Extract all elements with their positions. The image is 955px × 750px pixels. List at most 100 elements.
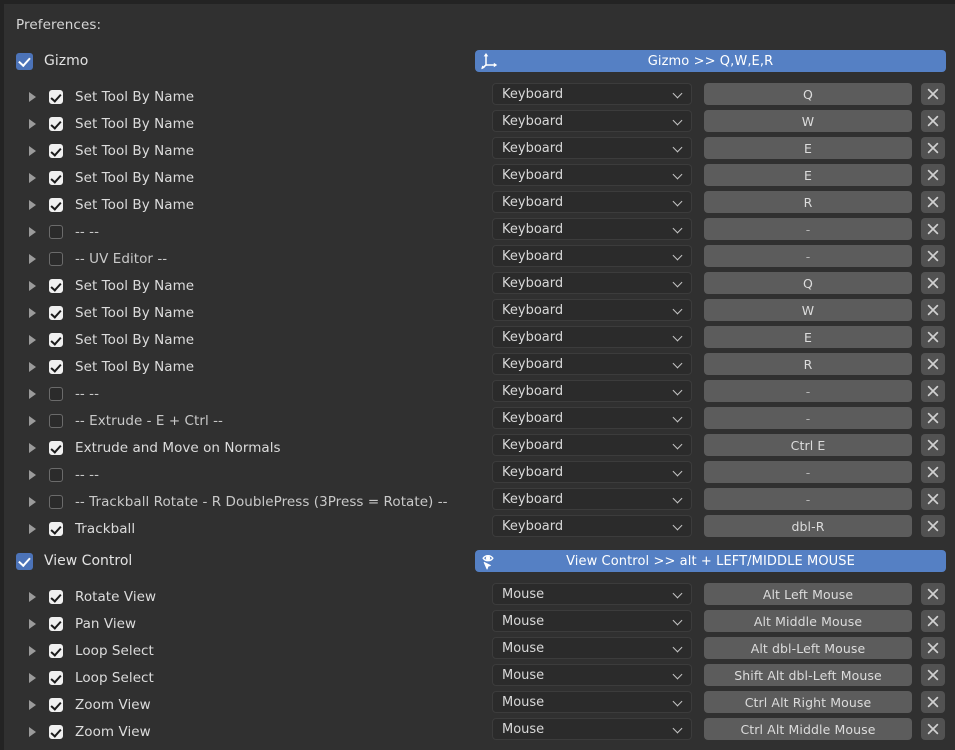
key-binding-field[interactable]: E: [704, 326, 912, 348]
map-type-dropdown[interactable]: Keyboard: [492, 110, 692, 132]
keymap-item-checkbox[interactable]: [49, 671, 63, 685]
disclosure-triangle-icon[interactable]: [28, 726, 39, 737]
keymap-item-checkbox[interactable]: [49, 171, 63, 185]
disclosure-triangle-icon[interactable]: [28, 361, 39, 372]
key-binding-field[interactable]: -: [704, 245, 912, 267]
key-binding-field[interactable]: dbl-R: [704, 515, 912, 537]
map-type-dropdown[interactable]: Keyboard: [492, 488, 692, 510]
key-binding-field[interactable]: Q: [704, 83, 912, 105]
disclosure-triangle-icon[interactable]: [28, 91, 39, 102]
remove-keymap-item-button[interactable]: [921, 488, 945, 510]
remove-keymap-item-button[interactable]: [921, 380, 945, 402]
map-type-dropdown[interactable]: Keyboard: [492, 434, 692, 456]
map-type-dropdown[interactable]: Keyboard: [492, 461, 692, 483]
remove-keymap-item-button[interactable]: [921, 353, 945, 375]
keymap-item-checkbox[interactable]: [49, 225, 63, 239]
disclosure-triangle-icon[interactable]: [28, 307, 39, 318]
remove-keymap-item-button[interactable]: [921, 137, 945, 159]
map-type-dropdown[interactable]: Keyboard: [492, 164, 692, 186]
key-binding-field[interactable]: -: [704, 488, 912, 510]
map-type-dropdown[interactable]: Mouse: [492, 583, 692, 605]
map-type-dropdown[interactable]: Keyboard: [492, 380, 692, 402]
keymap-item-checkbox[interactable]: [49, 90, 63, 104]
disclosure-triangle-icon[interactable]: [28, 280, 39, 291]
key-binding-field[interactable]: -: [704, 218, 912, 240]
map-type-dropdown[interactable]: Keyboard: [492, 353, 692, 375]
keymap-item-checkbox[interactable]: [49, 495, 63, 509]
keymap-item-checkbox[interactable]: [49, 522, 63, 536]
key-binding-field[interactable]: W: [704, 299, 912, 321]
section-banner-view-control[interactable]: View Control >> alt + LEFT/MIDDLE MOUSE: [475, 550, 946, 572]
disclosure-triangle-icon[interactable]: [28, 226, 39, 237]
disclosure-triangle-icon[interactable]: [28, 334, 39, 345]
key-binding-field[interactable]: W: [704, 110, 912, 132]
disclosure-triangle-icon[interactable]: [28, 618, 39, 629]
disclosure-triangle-icon[interactable]: [28, 415, 39, 426]
keymap-item-checkbox[interactable]: [49, 333, 63, 347]
remove-keymap-item-button[interactable]: [921, 245, 945, 267]
section-banner-gizmo[interactable]: Gizmo >> Q,W,E,R: [475, 50, 946, 72]
remove-keymap-item-button[interactable]: [921, 407, 945, 429]
key-binding-field[interactable]: -: [704, 380, 912, 402]
map-type-dropdown[interactable]: Keyboard: [492, 407, 692, 429]
key-binding-field[interactable]: Ctrl Alt Middle Mouse: [704, 718, 912, 740]
disclosure-triangle-icon[interactable]: [28, 442, 39, 453]
key-binding-field[interactable]: E: [704, 137, 912, 159]
map-type-dropdown[interactable]: Keyboard: [492, 218, 692, 240]
keymap-item-checkbox[interactable]: [49, 725, 63, 739]
key-binding-field[interactable]: -: [704, 461, 912, 483]
key-binding-field[interactable]: -: [704, 407, 912, 429]
map-type-dropdown[interactable]: Keyboard: [492, 326, 692, 348]
key-binding-field[interactable]: E: [704, 164, 912, 186]
keymap-item-checkbox[interactable]: [49, 360, 63, 374]
map-type-dropdown[interactable]: Keyboard: [492, 515, 692, 537]
keymap-item-checkbox[interactable]: [49, 617, 63, 631]
disclosure-triangle-icon[interactable]: [28, 591, 39, 602]
remove-keymap-item-button[interactable]: [921, 583, 945, 605]
key-binding-field[interactable]: R: [704, 191, 912, 213]
disclosure-triangle-icon[interactable]: [28, 172, 39, 183]
keymap-item-checkbox[interactable]: [49, 590, 63, 604]
remove-keymap-item-button[interactable]: [921, 691, 945, 713]
keymap-item-checkbox[interactable]: [49, 414, 63, 428]
disclosure-triangle-icon[interactable]: [28, 496, 39, 507]
keymap-item-checkbox[interactable]: [49, 252, 63, 266]
keymap-item-checkbox[interactable]: [49, 698, 63, 712]
disclosure-triangle-icon[interactable]: [28, 199, 39, 210]
key-binding-field[interactable]: R: [704, 353, 912, 375]
section-header-view-control[interactable]: View Control: [16, 549, 132, 573]
map-type-dropdown[interactable]: Keyboard: [492, 83, 692, 105]
remove-keymap-item-button[interactable]: [921, 461, 945, 483]
key-binding-field[interactable]: Shift Alt dbl-Left Mouse: [704, 664, 912, 686]
map-type-dropdown[interactable]: Keyboard: [492, 272, 692, 294]
keymap-item-checkbox[interactable]: [49, 198, 63, 212]
section-header-gizmo[interactable]: Gizmo: [16, 49, 88, 73]
keymap-item-checkbox[interactable]: [49, 441, 63, 455]
remove-keymap-item-button[interactable]: [921, 610, 945, 632]
disclosure-triangle-icon[interactable]: [28, 469, 39, 480]
remove-keymap-item-button[interactable]: [921, 272, 945, 294]
keymap-item-checkbox[interactable]: [49, 306, 63, 320]
key-binding-field[interactable]: Alt dbl-Left Mouse: [704, 637, 912, 659]
map-type-dropdown[interactable]: Mouse: [492, 610, 692, 632]
map-type-dropdown[interactable]: Mouse: [492, 664, 692, 686]
remove-keymap-item-button[interactable]: [921, 164, 945, 186]
remove-keymap-item-button[interactable]: [921, 191, 945, 213]
section-enable-checkbox-view-control[interactable]: [16, 553, 33, 570]
remove-keymap-item-button[interactable]: [921, 718, 945, 740]
keymap-item-checkbox[interactable]: [49, 144, 63, 158]
disclosure-triangle-icon[interactable]: [28, 253, 39, 264]
map-type-dropdown[interactable]: Mouse: [492, 691, 692, 713]
remove-keymap-item-button[interactable]: [921, 299, 945, 321]
map-type-dropdown[interactable]: Keyboard: [492, 137, 692, 159]
disclosure-triangle-icon[interactable]: [28, 672, 39, 683]
key-binding-field[interactable]: Alt Middle Mouse: [704, 610, 912, 632]
remove-keymap-item-button[interactable]: [921, 326, 945, 348]
remove-keymap-item-button[interactable]: [921, 637, 945, 659]
remove-keymap-item-button[interactable]: [921, 83, 945, 105]
disclosure-triangle-icon[interactable]: [28, 645, 39, 656]
remove-keymap-item-button[interactable]: [921, 515, 945, 537]
disclosure-triangle-icon[interactable]: [28, 388, 39, 399]
map-type-dropdown[interactable]: Keyboard: [492, 245, 692, 267]
keymap-item-checkbox[interactable]: [49, 468, 63, 482]
